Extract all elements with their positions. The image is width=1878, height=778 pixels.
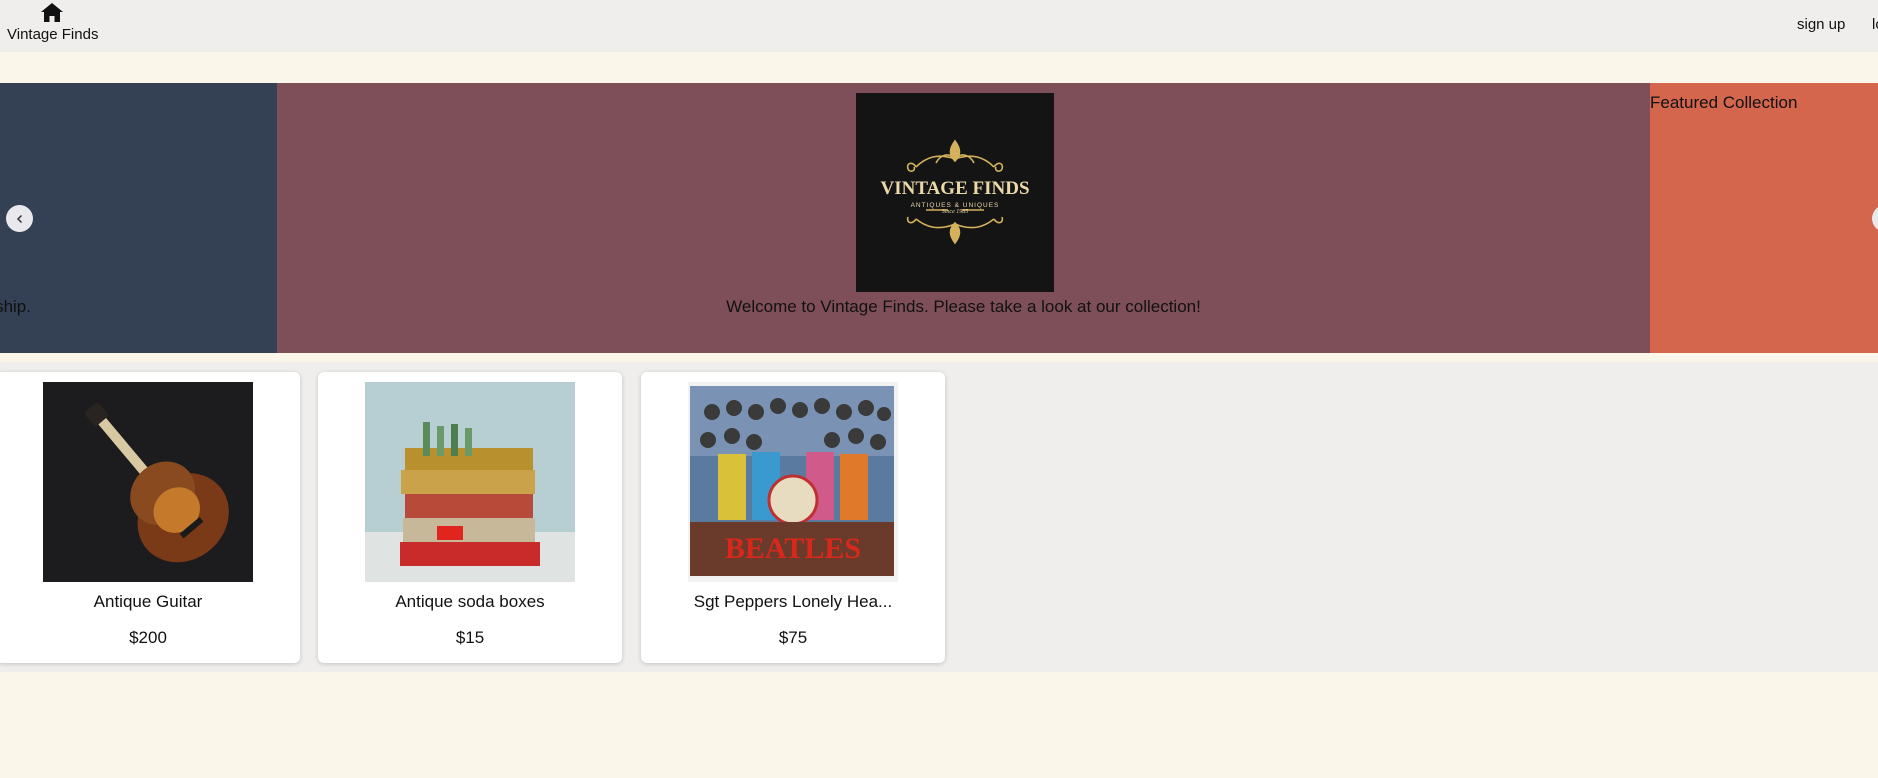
carousel-slide-next: Featured Collection [1650, 83, 1878, 353]
logo-subtitle: ANTIQUES & UNIQUES [911, 202, 1000, 209]
product-name: Antique Guitar [93, 592, 203, 611]
soda-crates-image [365, 382, 575, 582]
logo-since: Since 1985 [942, 209, 969, 215]
home-link[interactable]: Vintage Finds [7, 1, 99, 47]
top-navbar: Vintage Finds sign up lo [0, 0, 1878, 52]
product-card[interactable]: BEATLES Sgt Peppers Lonely Hea... $75 [641, 372, 945, 663]
product-card[interactable]: Antique soda boxes $15 [318, 372, 622, 663]
sign-up-link[interactable]: sign up [1797, 16, 1845, 33]
home-icon [41, 3, 63, 22]
vintage-finds-logo: VINTAGE FINDS ANTIQUES & UNIQUES Since 1… [856, 93, 1054, 292]
product-price: $15 [455, 628, 485, 647]
product-card[interactable]: Antique Guitar $200 [0, 372, 300, 663]
slide-caption: ship. [0, 297, 31, 316]
login-link[interactable]: lo [1872, 16, 1878, 33]
home-label: Vintage Finds [7, 26, 99, 43]
slide-caption: Featured Collection [1650, 93, 1798, 112]
product-price: $200 [129, 628, 167, 647]
product-name: Sgt Peppers Lonely Hea... [693, 592, 893, 611]
svg-text:BEATLES: BEATLES [725, 532, 861, 565]
product-price: $75 [778, 628, 808, 647]
hero-carousel: ship. VINTAGE FINDS ANTIQUES & UNIQUES [0, 83, 1878, 353]
slide-caption: Welcome to Vintage Finds. Please take a … [726, 297, 1201, 316]
guitar-image [43, 382, 253, 582]
carousel-prev-button[interactable] [6, 205, 33, 232]
carousel-slide-current: VINTAGE FINDS ANTIQUES & UNIQUES Since 1… [277, 83, 1650, 353]
carousel-slide-previous: ship. [0, 83, 277, 353]
product-name: Antique soda boxes [395, 592, 545, 611]
album-cover-image: BEATLES [688, 382, 898, 582]
logo-ornament: VINTAGE FINDS ANTIQUES & UNIQUES Since 1… [880, 139, 1030, 245]
logo-title: VINTAGE FINDS [880, 178, 1029, 199]
chevron-left-icon [16, 214, 22, 223]
